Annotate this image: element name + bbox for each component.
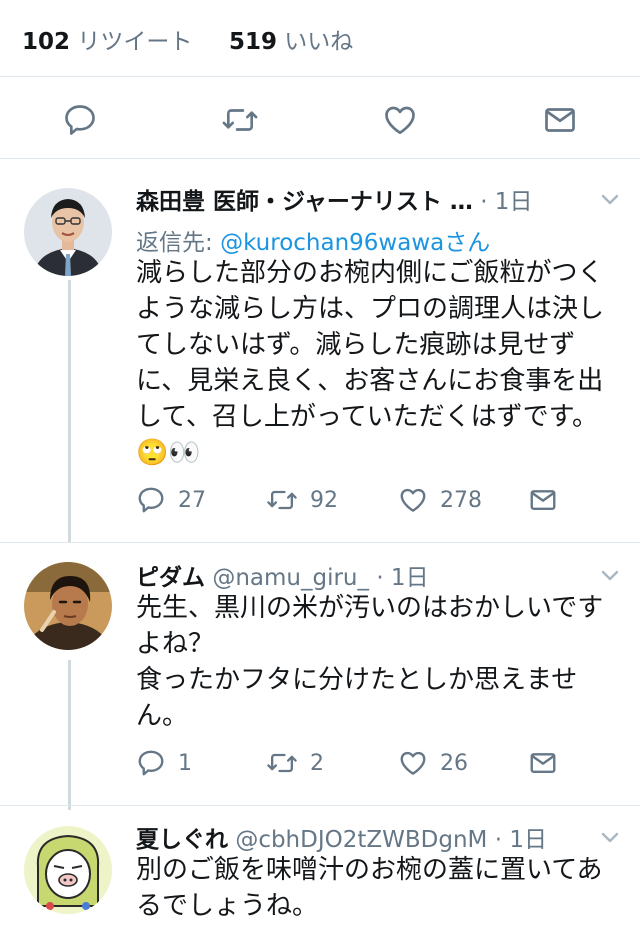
tweet-actions: 27 92 278 xyxy=(136,482,616,518)
tweet-header: 夏しぐれ @cbhDJO2tZWBDgnM · 1日 xyxy=(136,820,547,854)
main-action-bar xyxy=(0,88,640,148)
user-handle[interactable]: @cbhDJO2tZWBDgnM xyxy=(235,827,487,853)
retweet-button[interactable]: 2 xyxy=(266,745,324,781)
like-count: 26 xyxy=(440,750,468,776)
dm-button[interactable] xyxy=(528,482,558,518)
tweet-text: 減らした部分のお椀内側にご飯粒がつくような減らし方は、プロの調理人は決してしない… xyxy=(136,258,605,468)
retweet-icon xyxy=(222,109,258,131)
avatar[interactable] xyxy=(24,562,112,650)
divider xyxy=(0,542,640,543)
reply-context: 返信先: @kurochan96wawaさん xyxy=(136,223,490,257)
user-handle[interactable]: @namu_giru_ xyxy=(212,565,369,591)
retweet-icon xyxy=(267,753,297,773)
timestamp[interactable]: · 1日 xyxy=(480,189,532,215)
tweet-text: 先生、黒川の米が汚いのはおかしいですよね？ 食ったかフタに分けたとしか思えません… xyxy=(136,593,604,731)
dm-icon xyxy=(545,108,575,132)
dm-icon xyxy=(530,753,556,773)
display-name[interactable]: ピダム xyxy=(136,565,205,591)
avatar[interactable] xyxy=(24,188,112,276)
avatar[interactable] xyxy=(24,826,112,914)
reply-to-label: 返信先: xyxy=(136,230,221,256)
tweet-stats: 102 リツイート 519 いいね xyxy=(22,22,353,56)
reply-icon xyxy=(138,487,164,513)
chevron-down-icon[interactable] xyxy=(598,826,622,850)
reply-icon xyxy=(138,750,164,776)
reply-count: 1 xyxy=(178,750,192,776)
like-count: 519 xyxy=(228,29,277,55)
like-count: 278 xyxy=(440,487,482,513)
reply-button[interactable]: 27 xyxy=(136,482,206,518)
avatar-image xyxy=(24,826,112,914)
like-button[interactable]: 278 xyxy=(398,482,482,518)
reply-to-link[interactable]: @kurochan96wawaさん xyxy=(220,230,490,256)
retweet-count: 102 xyxy=(22,29,71,55)
tweet-actions: 1 2 26 xyxy=(136,745,616,781)
thread-line xyxy=(68,660,71,810)
tweet-header: ピダム @namu_giru_ · 1日 xyxy=(136,558,429,592)
tweet-text: 別のご飯を味噌汁のお椀の蓋に置いてあるでしょうね。 xyxy=(136,855,603,921)
chevron-down-icon[interactable] xyxy=(598,188,622,212)
divider xyxy=(0,76,640,77)
dm-button[interactable] xyxy=(528,745,558,781)
reply-icon xyxy=(65,105,95,135)
reply-button[interactable] xyxy=(60,100,100,140)
like-button[interactable] xyxy=(380,100,420,140)
retweet-count: 92 xyxy=(310,487,338,513)
dm-button[interactable] xyxy=(540,100,580,140)
heart-icon xyxy=(400,488,426,512)
retweet-label[interactable]: リツイート xyxy=(77,29,192,55)
dm-icon xyxy=(530,490,556,510)
retweet-count: 2 xyxy=(310,750,324,776)
avatar-image xyxy=(24,188,112,276)
thread-line xyxy=(68,280,71,542)
reply-button[interactable]: 1 xyxy=(136,745,192,781)
retweet-button[interactable]: 92 xyxy=(266,482,338,518)
avatar-image xyxy=(24,562,112,650)
timestamp[interactable]: · 1日 xyxy=(495,827,547,853)
timestamp[interactable]: · 1日 xyxy=(376,565,428,591)
retweet-icon xyxy=(267,490,297,510)
heart-icon xyxy=(400,751,426,775)
like-label[interactable]: いいね xyxy=(284,29,353,55)
retweet-button[interactable] xyxy=(220,100,260,140)
reply-count: 27 xyxy=(178,487,206,513)
like-button[interactable]: 26 xyxy=(398,745,468,781)
divider xyxy=(0,158,640,159)
chevron-down-icon[interactable] xyxy=(598,564,622,588)
tweet-header: 森田豊 医師・ジャーナリスト … · 1日 xyxy=(136,182,532,216)
heart-icon xyxy=(385,106,415,135)
display-name[interactable]: 森田豊 医師・ジャーナリスト … xyxy=(136,189,473,215)
display-name[interactable]: 夏しぐれ xyxy=(136,827,228,853)
divider xyxy=(0,805,640,806)
